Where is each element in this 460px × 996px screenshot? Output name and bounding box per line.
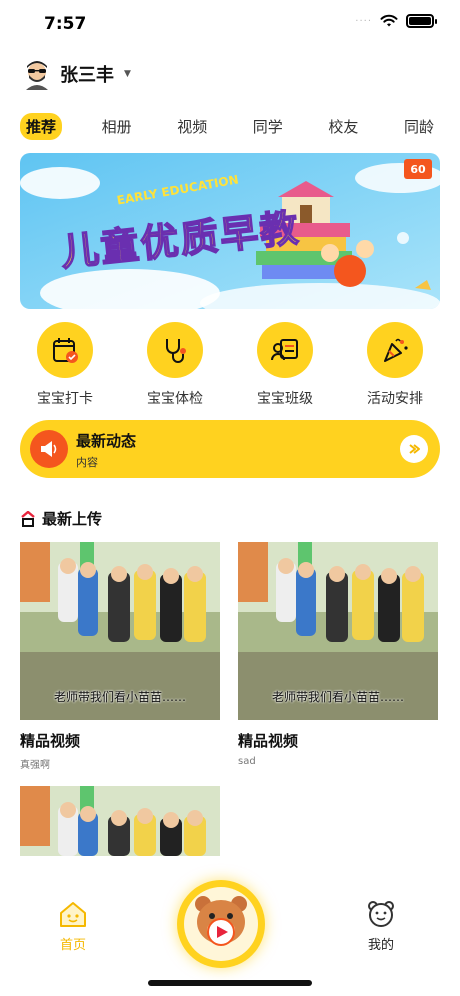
tab-home-label: 首页 <box>59 938 86 953</box>
battery-icon <box>406 14 437 28</box>
status-time: 7:57 <box>44 14 87 34</box>
center-video-button[interactable] <box>177 880 265 968</box>
video-caption: 老师带我们看小苗苗…… <box>53 690 186 704</box>
user-switcher[interactable]: 张三丰 ▼ <box>22 56 131 92</box>
banner-badge: 60 <box>404 159 432 179</box>
video-description: sad <box>238 756 256 767</box>
promo-banner[interactable]: EARLY EDUCATION 儿童优质早教 60 <box>20 153 440 309</box>
news-subtitle: 内容 <box>76 456 98 469</box>
tab-alumni[interactable]: 校友 <box>322 113 364 140</box>
avatar <box>26 61 48 90</box>
news-title: 最新动态 <box>76 432 137 450</box>
latest-uploads-header: 最新上传 <box>20 508 102 529</box>
quick-action-label: 宝宝打卡 <box>37 391 93 407</box>
signal-dots-icon: ···· <box>355 15 372 27</box>
status-icons: ···· <box>355 14 437 28</box>
megaphone-icon <box>30 430 68 468</box>
video-card[interactable]: 老师带我们看小苗苗…… 精品视频 sad <box>238 542 438 767</box>
user-name: 张三丰 <box>60 65 114 86</box>
upload-section-icon <box>21 510 35 527</box>
tab-classmates[interactable]: 同学 <box>247 113 289 140</box>
quick-action-class[interactable]: 宝宝班级 <box>235 322 335 412</box>
quick-action-label: 宝宝班级 <box>257 391 313 407</box>
wifi-icon <box>380 14 398 27</box>
chevron-down-icon: ▼ <box>124 69 131 79</box>
tab-mine-label: 我的 <box>367 938 394 953</box>
quick-action-checkin[interactable]: 宝宝打卡 <box>15 322 115 412</box>
section-title: 最新上传 <box>42 510 103 528</box>
tab-home[interactable]: 首页 <box>50 900 96 953</box>
video-description: 真强啊 <box>20 760 50 771</box>
category-tabs: 推荐 相册 视频 同学 校友 同龄 <box>20 112 440 140</box>
video-thumbnail: 老师带我们看小苗苗…… <box>238 542 438 720</box>
party-popper-icon <box>367 322 423 378</box>
quick-action-health-check[interactable]: 宝宝体检 <box>125 322 225 412</box>
quick-action-activities[interactable]: 活动安排 <box>345 322 445 412</box>
home-icon <box>60 902 86 927</box>
stethoscope-icon <box>147 322 203 378</box>
calendar-check-icon <box>37 322 93 378</box>
bear-profile-icon <box>368 901 394 927</box>
video-thumbnail: 老师带我们看小苗苗…… <box>20 542 220 720</box>
quick-action-label: 活动安排 <box>367 391 423 407</box>
video-thumbnail <box>20 786 220 856</box>
bear-play-icon <box>184 887 258 961</box>
video-card[interactable]: 老师带我们看小苗苗…… 精品视频 真强啊 <box>20 542 220 771</box>
video-caption: 老师带我们看小苗苗…… <box>271 690 404 704</box>
class-board-icon <box>257 322 313 378</box>
latest-news-bar[interactable]: 最新动态 内容 <box>20 420 440 478</box>
tab-mine[interactable]: 我的 <box>358 900 404 953</box>
quick-action-label: 宝宝体检 <box>147 391 203 407</box>
bottom-tab-bar: 首页 我的 <box>0 880 460 996</box>
tab-album[interactable]: 相册 <box>96 113 138 140</box>
tab-video[interactable]: 视频 <box>171 113 213 140</box>
home-indicator <box>148 980 312 986</box>
tab-recommend[interactable]: 推荐 <box>20 112 63 140</box>
arrow-right-icon[interactable] <box>400 435 428 463</box>
status-bar: 7:57 ···· <box>0 0 460 50</box>
video-card[interactable] <box>20 786 220 856</box>
video-title: 精品视频 <box>238 732 299 750</box>
quick-actions: 宝宝打卡 宝宝体检 宝宝班级 活动安排 <box>10 322 450 412</box>
tab-same-age[interactable]: 同龄 <box>398 113 440 140</box>
video-title: 精品视频 <box>20 732 81 750</box>
